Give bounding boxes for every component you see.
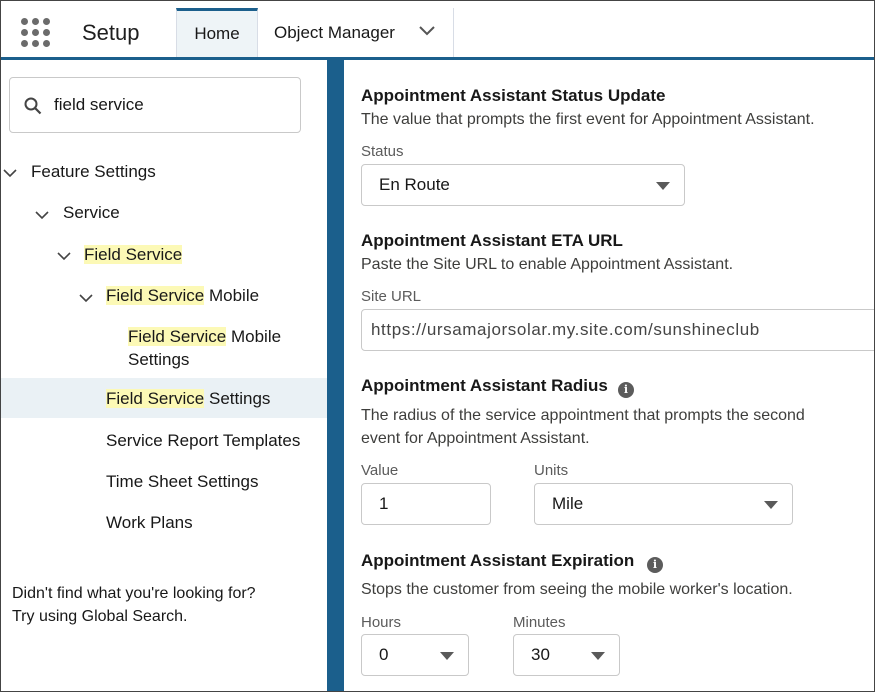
hours-value: 0 xyxy=(379,645,389,664)
caret-down-icon xyxy=(591,652,605,660)
search-icon xyxy=(24,97,42,115)
tree-item-service[interactable]: Service xyxy=(63,201,120,224)
status-select[interactable]: En Route xyxy=(361,164,685,206)
setup-window: Setup Home Object Manager Feature Settin… xyxy=(0,0,875,692)
app-launcher-icon[interactable] xyxy=(21,18,51,48)
units-select[interactable]: Mile xyxy=(534,483,793,525)
site-url-input[interactable]: https://ursamajorsolar.my.site.com/sunsh… xyxy=(361,309,874,351)
minutes-select[interactable]: 30 xyxy=(513,634,620,676)
radius-desc-line: event for Appointment Assistant. xyxy=(361,430,590,447)
tab-home-label: Home xyxy=(194,24,240,43)
caret-down-icon xyxy=(440,652,454,660)
info-icon[interactable]: i xyxy=(618,382,634,398)
tree-item-field-service-settings[interactable]: Field Service Settings xyxy=(106,387,270,410)
setup-sidebar: Feature Settings Service Field Service F… xyxy=(1,60,327,691)
tab-object-manager-label: Object Manager xyxy=(274,22,395,42)
search-highlight: Field Service xyxy=(106,286,205,305)
status-value: En Route xyxy=(379,175,450,194)
quick-find-box[interactable] xyxy=(9,77,301,133)
tab-home[interactable]: Home xyxy=(176,8,258,57)
hours-label: Hours xyxy=(361,614,402,631)
quick-find-input[interactable] xyxy=(54,92,284,118)
eta-url-desc: Paste the Site URL to enable Appointment… xyxy=(361,256,734,273)
global-search-link[interactable]: Try using Global Search. xyxy=(12,605,256,628)
tree-item-field-service-mobile[interactable]: Field Service Mobile xyxy=(106,284,259,307)
radius-desc: The radius of the service appointment th… xyxy=(361,404,805,450)
sidebar-resize-divider[interactable] xyxy=(327,60,344,691)
tree-item-time-sheet-settings[interactable]: Time Sheet Settings xyxy=(106,470,258,493)
tree-item-work-plans[interactable]: Work Plans xyxy=(106,511,193,534)
global-header: Setup Home Object Manager xyxy=(1,1,874,60)
radius-value-input[interactable]: 1 xyxy=(361,483,491,525)
site-url-value: https://ursamajorsolar.my.site.com/sunsh… xyxy=(371,320,760,339)
chevron-down-icon[interactable] xyxy=(57,251,71,261)
help-line: Didn't find what you're looking for? xyxy=(12,585,256,602)
radius-value: 1 xyxy=(379,494,389,513)
expiration-title: Appointment Assistant Expiration xyxy=(361,551,635,570)
tree-item-service-report-templates[interactable]: Service Report Templates xyxy=(106,429,300,452)
tree-item-feature-settings[interactable]: Feature Settings xyxy=(31,160,156,183)
no-results-help: Didn't find what you're looking for? Try… xyxy=(12,582,256,628)
chevron-down-icon[interactable] xyxy=(419,25,435,37)
app-title: Setup xyxy=(82,20,140,45)
caret-down-icon xyxy=(764,501,778,509)
radius-title: Appointment Assistant Radius xyxy=(361,376,608,395)
value-label: Value xyxy=(361,462,399,479)
status-update-title: Appointment Assistant Status Update xyxy=(361,86,666,105)
eta-url-title: Appointment Assistant ETA URL xyxy=(361,231,623,250)
chevron-down-icon[interactable] xyxy=(79,293,93,303)
expiration-desc: Stops the customer from seeing the mobil… xyxy=(361,581,793,598)
status-update-desc: The value that prompts the first event f… xyxy=(361,111,815,128)
tree-item-label: Settings xyxy=(128,350,190,369)
caret-down-icon xyxy=(656,182,670,190)
info-icon[interactable]: i xyxy=(647,557,663,573)
main-content: Appointment Assistant Status Update The … xyxy=(344,60,874,691)
tree-item-label: Mobile xyxy=(226,327,282,346)
search-highlight: Field Service xyxy=(106,389,205,408)
chevron-down-icon[interactable] xyxy=(35,210,49,220)
status-label: Status xyxy=(361,143,404,160)
chevron-down-icon[interactable] xyxy=(3,168,17,178)
hours-select[interactable]: 0 xyxy=(361,634,469,676)
tree-item-label: Settings xyxy=(204,389,271,408)
site-url-label: Site URL xyxy=(361,288,422,305)
search-highlight: Field Service xyxy=(128,327,227,346)
tree-item-field-service-mobile-settings[interactable]: Field Service Mobile Settings xyxy=(128,325,281,371)
units-label: Units xyxy=(534,462,569,479)
minutes-label: Minutes xyxy=(513,614,566,631)
tree-item-label: Mobile xyxy=(204,286,260,305)
search-highlight: Field Service xyxy=(84,245,183,264)
units-value: Mile xyxy=(552,494,584,513)
tree-item-field-service[interactable]: Field Service xyxy=(84,243,183,266)
minutes-value: 30 xyxy=(531,645,550,664)
tab-object-manager[interactable]: Object Manager xyxy=(258,8,454,57)
radius-desc-line: The radius of the service appointment th… xyxy=(361,407,805,424)
